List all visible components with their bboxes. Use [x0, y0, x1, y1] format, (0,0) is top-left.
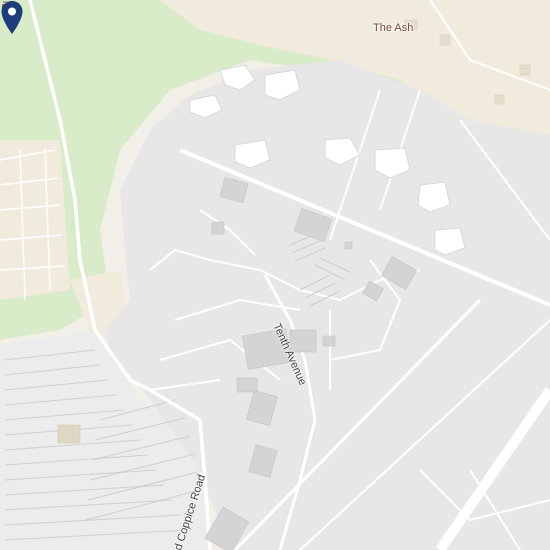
map-pin-icon[interactable]: [0, 0, 24, 36]
map-view[interactable]: The Ash Tenth Avenue d Coppice Road: [0, 0, 550, 550]
poi-label[interactable]: The Ash: [373, 22, 413, 34]
residential-area: [0, 140, 70, 300]
map-canvas[interactable]: [0, 0, 550, 550]
